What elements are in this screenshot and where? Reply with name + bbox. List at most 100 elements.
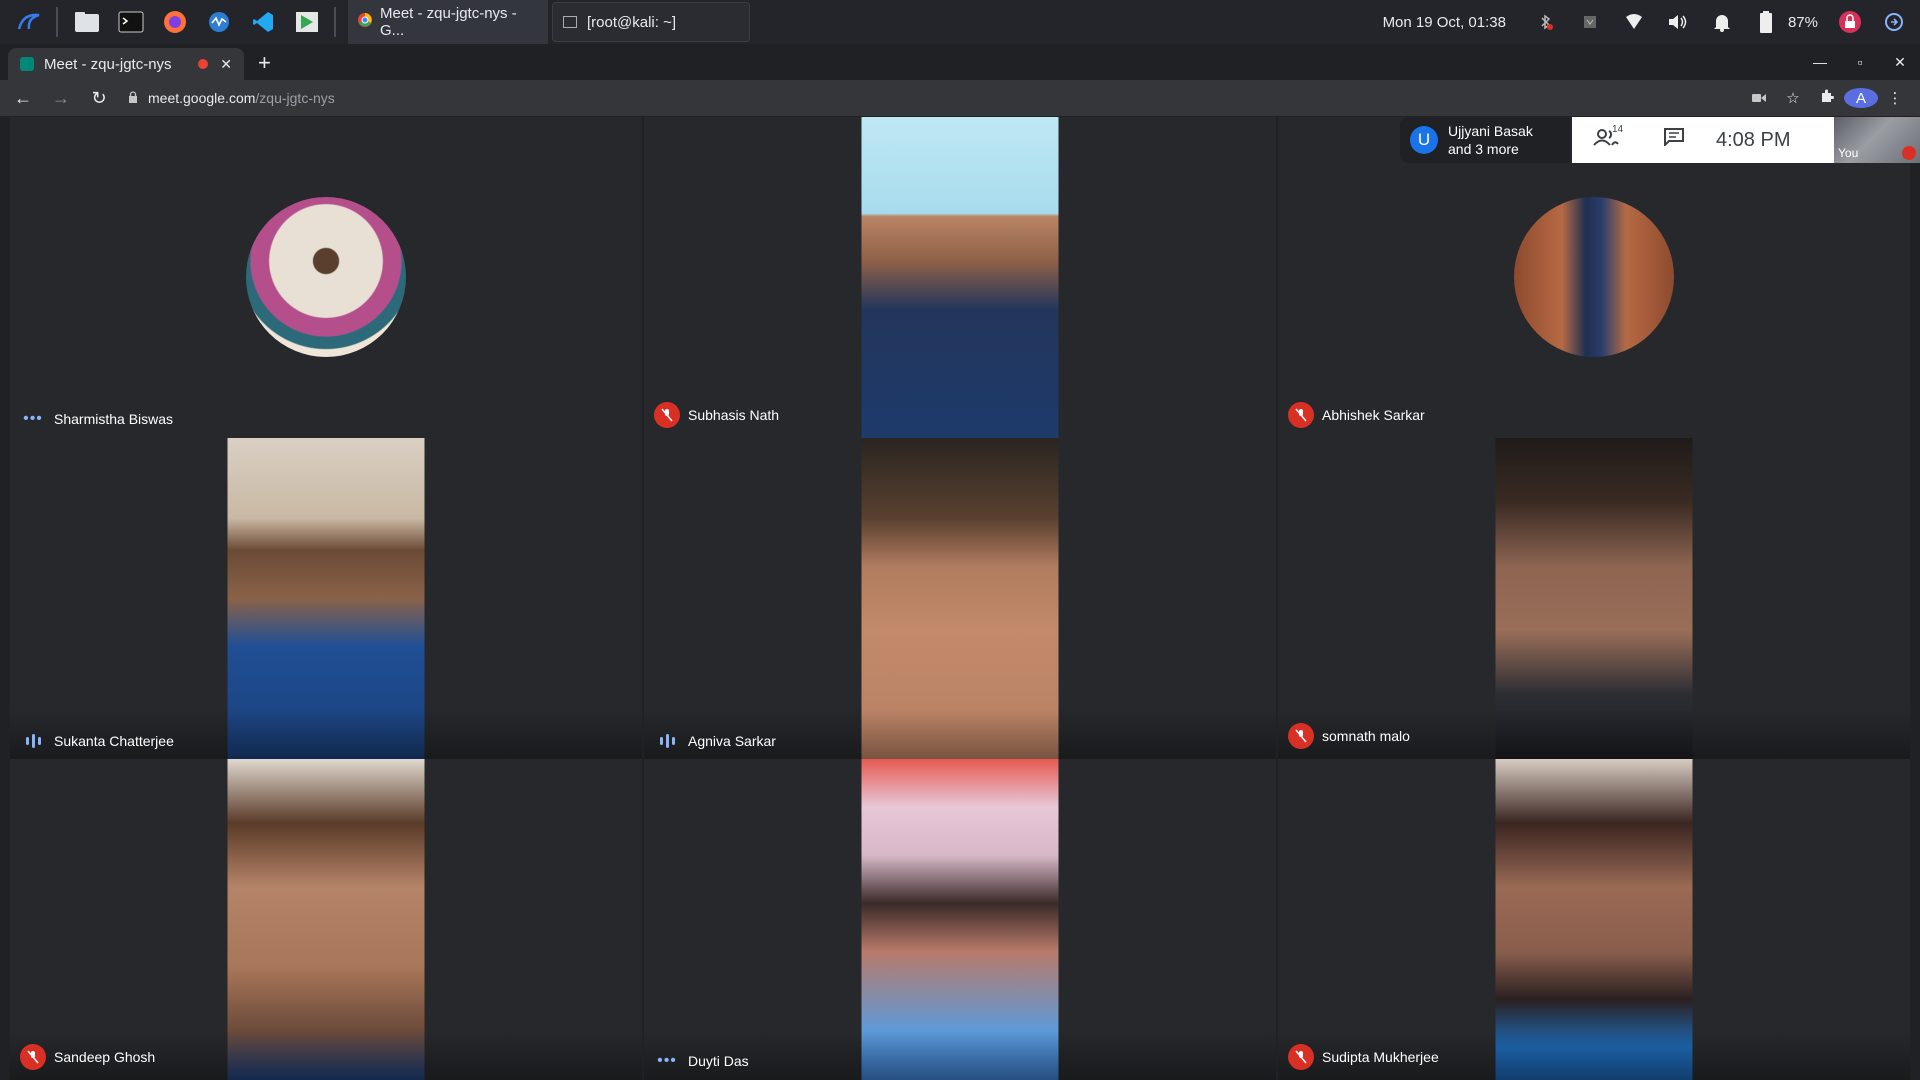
tab-title: Meet - zqu-jgtc-nys xyxy=(44,55,172,73)
participant-tile[interactable]: Sudipta Mukherjee xyxy=(1278,759,1910,1080)
meeting-time: 4:08 PM xyxy=(1716,128,1791,151)
joiner-avatar: U xyxy=(1410,126,1438,154)
participant-nameplate: Abhishek Sarkar xyxy=(1288,402,1425,428)
audio-level-icon xyxy=(20,734,46,748)
window-icon xyxy=(563,16,577,28)
window-controls: — ▫ ✕ xyxy=(1800,44,1920,80)
participant-tile[interactable]: Agniva Sarkar xyxy=(644,438,1276,759)
taskbar-separator xyxy=(56,7,58,37)
mic-off-icon xyxy=(1288,723,1314,749)
profile-avatar[interactable]: A xyxy=(1844,88,1878,108)
extensions-icon[interactable] xyxy=(1810,89,1844,107)
forward-icon[interactable]: → xyxy=(46,88,76,109)
joined-more: and 3 more xyxy=(1448,141,1519,157)
participant-video xyxy=(861,117,1059,438)
taskbar-separator xyxy=(334,7,336,37)
participant-name: Agniva Sarkar xyxy=(688,733,776,749)
meet-favicon-icon xyxy=(20,57,34,71)
bookmark-star-icon[interactable]: ☆ xyxy=(1776,89,1810,107)
browser-toolbar: ← → ↻ meet.google.com/zqu-jgtc-nys ☆ A ⋮ xyxy=(0,80,1920,116)
new-tab-button[interactable]: + xyxy=(258,50,271,76)
audio-level-icon xyxy=(654,734,680,748)
kali-menu-icon[interactable] xyxy=(14,7,44,37)
wifi-icon[interactable] xyxy=(1620,8,1648,36)
more-options-dots-icon: ••• xyxy=(23,410,43,427)
more-menu-icon[interactable]: ⋮ xyxy=(1878,89,1912,107)
chat-icon xyxy=(1664,128,1684,151)
back-icon[interactable]: ← xyxy=(8,88,38,109)
participant-tile[interactable]: ••• Sharmistha Biswas xyxy=(10,117,642,438)
volume-icon[interactable] xyxy=(1664,8,1692,36)
chrome-icon xyxy=(358,13,372,31)
participant-name: Duyti Das xyxy=(688,1053,749,1069)
lock-icon[interactable] xyxy=(128,90,138,106)
more-options-dots-icon: ••• xyxy=(657,1052,677,1069)
firefox-icon[interactable] xyxy=(160,7,190,37)
close-window-icon[interactable]: ✕ xyxy=(1880,54,1920,71)
url-path: /zqu-jgtc-nys xyxy=(255,90,335,106)
participant-tile[interactable]: Abhishek Sarkar xyxy=(1278,117,1910,438)
self-view-tile[interactable]: You xyxy=(1834,117,1920,163)
browser-tab-meet[interactable]: Meet - zqu-jgtc-nys ✕ xyxy=(8,48,244,80)
power-icon[interactable] xyxy=(1880,8,1908,36)
participant-tile[interactable]: Sandeep Ghosh xyxy=(10,759,642,1080)
clock[interactable]: Mon 19 Oct, 01:38 xyxy=(1383,14,1506,31)
joined-notification[interactable]: U Ujjyani Basak and 3 more xyxy=(1400,117,1570,163)
battery-icon[interactable] xyxy=(1752,8,1780,36)
mic-off-icon xyxy=(1288,402,1314,428)
participant-nameplate: Sandeep Ghosh xyxy=(20,1044,155,1070)
participant-nameplate: ••• Sharmistha Biswas xyxy=(20,410,173,428)
toolbar-actions: ☆ A ⋮ xyxy=(1742,88,1912,108)
tab-close-icon[interactable]: ✕ xyxy=(220,56,232,73)
clipboard-icon[interactable] xyxy=(1576,8,1604,36)
taskbar-task-terminal[interactable]: [root@kali: ~] xyxy=(552,2,750,42)
meeting-info-bar: 14 4:08 PM xyxy=(1572,117,1834,163)
participant-avatar-photo xyxy=(246,197,406,357)
participant-name: Sharmistha Biswas xyxy=(54,411,174,427)
participant-tile[interactable]: somnath malo xyxy=(1278,438,1910,759)
participant-name: Abhishek Sarkar xyxy=(1322,407,1425,423)
participant-name: Sudipta Mukherjee xyxy=(1322,1049,1439,1065)
people-button[interactable]: 14 xyxy=(1572,124,1640,152)
taskbar-task-chrome[interactable]: Meet - zqu-jgtc-nys - G... xyxy=(348,0,548,44)
profile-initial: A xyxy=(1844,88,1878,108)
mic-off-icon xyxy=(1902,146,1916,160)
address-bar[interactable]: meet.google.com/zqu-jgtc-nys xyxy=(128,90,1742,106)
reload-icon[interactable]: ↻ xyxy=(84,88,114,109)
play-store-icon[interactable] xyxy=(292,7,322,37)
mic-off-icon xyxy=(654,402,680,428)
participant-name: Sandeep Ghosh xyxy=(54,1049,156,1065)
bluetooth-off-icon[interactable] xyxy=(1532,8,1560,36)
recording-indicator-icon xyxy=(198,59,209,69)
camera-in-use-icon[interactable] xyxy=(1742,90,1776,107)
chat-button[interactable] xyxy=(1640,128,1708,152)
participant-count: 14 xyxy=(1612,124,1624,135)
participant-name: somnath malo xyxy=(1322,728,1410,744)
participant-avatar-photo xyxy=(1514,197,1674,357)
battery-percentage: 87% xyxy=(1787,13,1818,31)
joined-name: Ujjyani Basak xyxy=(1448,123,1533,139)
participant-nameplate: Sukanta Chatterjee xyxy=(20,733,174,749)
url-host: meet.google.com xyxy=(148,90,256,106)
joined-text: Ujjyani Basak and 3 more xyxy=(1448,122,1533,158)
system-tray: Mon 19 Oct, 01:38 87% xyxy=(1383,0,1920,44)
network-tool-icon[interactable] xyxy=(204,7,234,37)
participant-nameplate: Sudipta Mukherjee xyxy=(1288,1044,1439,1070)
file-manager-icon[interactable] xyxy=(72,7,102,37)
lock-screen-icon[interactable] xyxy=(1836,8,1864,36)
os-taskbar: Meet - zqu-jgtc-nys - G... [root@kali: ~… xyxy=(0,0,1920,44)
minimize-icon[interactable]: — xyxy=(1800,54,1840,70)
terminal-icon[interactable] xyxy=(116,7,146,37)
participant-nameplate: somnath malo xyxy=(1288,723,1410,749)
self-label: You xyxy=(1838,146,1859,160)
participant-tile[interactable]: ••• Duyti Das xyxy=(644,759,1276,1080)
participant-tile[interactable]: Subhasis Nath xyxy=(644,117,1276,438)
taskbar-task-label: [root@kali: ~] xyxy=(587,13,677,31)
browser-tab-strip: Meet - zqu-jgtc-nys ✕ + — ▫ ✕ xyxy=(0,44,1920,80)
notification-bell-icon[interactable] xyxy=(1708,8,1736,36)
participant-tile[interactable]: Sukanta Chatterjee xyxy=(10,438,642,759)
vscode-icon[interactable] xyxy=(248,7,278,37)
maximize-icon[interactable]: ▫ xyxy=(1840,54,1880,70)
mic-off-icon xyxy=(1288,1044,1314,1070)
meet-video-grid: ••• Sharmistha Biswas Subhasis Nath Abhi… xyxy=(10,117,1910,1080)
